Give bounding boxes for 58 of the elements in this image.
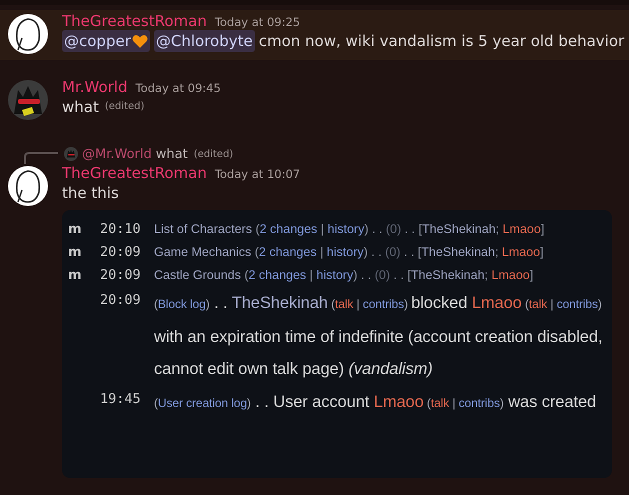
- wiki-link[interactable]: contribs: [362, 297, 404, 311]
- wiki-link[interactable]: contribs: [556, 297, 598, 311]
- timestamp: Today at 09:45: [136, 81, 221, 95]
- change-time: 20:10: [100, 220, 142, 239]
- user-link[interactable]: Lmaoo: [374, 392, 424, 410]
- wiki-link[interactable]: talk: [528, 297, 548, 311]
- author-name[interactable]: TheGreatestRoman: [62, 164, 207, 182]
- page-link[interactable]: TheShekinah: [410, 268, 485, 282]
- change-time: 20:09: [100, 291, 142, 310]
- wiki-link[interactable]: User creation log: [158, 396, 247, 410]
- message-text: cmon now, wiki vandalism is 5 year old behavior: [258, 31, 624, 52]
- wiki-link[interactable]: history: [328, 222, 364, 236]
- page-link[interactable]: Castle Grounds: [154, 268, 241, 282]
- user-mention[interactable]: @copper: [62, 30, 150, 52]
- timestamp: Today at 10:07: [214, 167, 300, 181]
- page-link[interactable]: TheShekinah: [422, 222, 496, 236]
- page-link[interactable]: Game Mechanics: [154, 245, 252, 259]
- user-mention[interactable]: @Chlorobyte: [154, 30, 255, 52]
- message-text: the this: [62, 183, 119, 204]
- wiki-link[interactable]: history: [316, 268, 354, 282]
- change-time: 20:09: [100, 243, 142, 262]
- timestamp: Today at 09:25: [214, 15, 300, 29]
- avatar-icon[interactable]: [8, 166, 48, 206]
- user-link[interactable]: TheShekinah: [232, 294, 328, 312]
- edited-label: (edited): [104, 100, 144, 114]
- change-entry-text: List of Characters (2 changes | history) . . (0) . . [TheShekinah; Lmaoo]: [154, 221, 546, 238]
- minor-edit-mark: m: [67, 221, 83, 239]
- change-time: 20:09: [100, 266, 142, 285]
- wiki-link[interactable]: Block log: [158, 297, 206, 311]
- wiki-link[interactable]: talk: [430, 396, 450, 410]
- reply-author[interactable]: @Mr.World: [82, 146, 152, 162]
- message-text: what: [62, 97, 99, 118]
- reply-connector: [24, 152, 58, 164]
- page-link[interactable]: List of Characters: [154, 222, 252, 236]
- user-link[interactable]: Lmaoo: [502, 245, 540, 259]
- avatar-icon[interactable]: [8, 14, 48, 54]
- log-entry-text: (Block log) . . TheShekinah (talk | contribs) blocked Lmaoo (talk | contribs) with an expiration time of indefinite (account creation disabled, cannot edit own talk page) (vandalism): [154, 293, 604, 380]
- user-link[interactable]: Lmaoo: [472, 294, 522, 312]
- edited-label: (edited): [194, 148, 234, 160]
- user-link[interactable]: Lmaoo: [492, 268, 530, 282]
- change-entry-text: Castle Grounds (2 changes | history) . . (0) . . [TheShekinah; Lmaoo]: [154, 267, 534, 284]
- change-time: 19:45: [100, 390, 142, 408]
- author-name[interactable]: TheGreatestRoman: [62, 12, 207, 30]
- wiki-link[interactable]: 2 changes: [260, 222, 318, 236]
- page-link[interactable]: TheShekinah: [421, 245, 495, 259]
- author-name[interactable]: Mr.World: [62, 78, 128, 96]
- wiki-link[interactable]: talk: [335, 297, 354, 311]
- wiki-link[interactable]: contribs: [458, 396, 500, 410]
- change-entry-text: Game Mechanics (2 changes | history) . . (0) . . [TheShekinah; Lmaoo]: [154, 244, 545, 261]
- wiki-link[interactable]: 2 changes: [248, 268, 306, 282]
- wiki-link[interactable]: history: [326, 245, 364, 259]
- minor-edit-mark: m: [67, 267, 83, 285]
- user-link[interactable]: Lmaoo: [502, 222, 541, 236]
- wiki-link[interactable]: 2 changes: [258, 245, 317, 259]
- minor-edit-mark: m: [67, 244, 83, 262]
- reply-text[interactable]: what: [156, 146, 188, 162]
- log-entry-text: (User creation log) . . User account Lmaoo (talk | contribs) was created: [154, 392, 598, 412]
- avatar-icon[interactable]: [8, 80, 48, 120]
